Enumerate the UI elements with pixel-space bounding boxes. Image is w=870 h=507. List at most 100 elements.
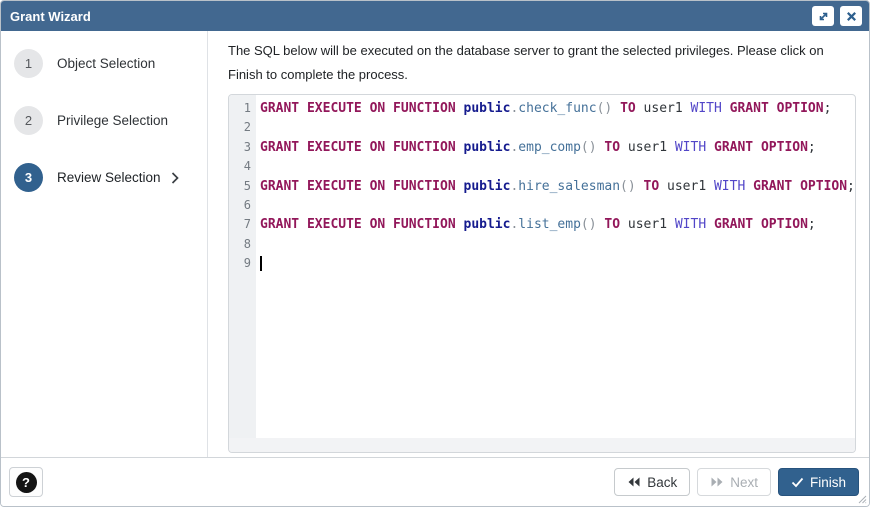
sql-token: WITH — [675, 140, 706, 155]
sql-token: () — [597, 101, 613, 116]
sql-token — [706, 140, 714, 155]
back-button-label: Back — [647, 475, 677, 490]
description-text: The SQL below will be executed on the da… — [228, 39, 855, 87]
code-line — [260, 235, 855, 254]
code-line — [260, 157, 855, 176]
sql-token: TO — [620, 101, 636, 116]
sql-token: WITH — [714, 179, 745, 194]
resize-grip-icon[interactable] — [857, 494, 867, 504]
sql-token — [722, 101, 730, 116]
chevron-right-icon — [171, 172, 179, 184]
back-button[interactable]: Back — [614, 468, 690, 496]
sql-token: () — [581, 140, 597, 155]
step-label: Object Selection — [57, 56, 155, 71]
next-button[interactable]: Next — [697, 468, 771, 496]
step-item-review-selection[interactable]: 3 Review Selection — [14, 163, 207, 192]
sql-token — [612, 101, 620, 116]
sql-token — [456, 101, 464, 116]
sql-token: public — [464, 217, 511, 232]
sql-token: GRANT OPTION — [714, 140, 808, 155]
line-number: 5 — [229, 177, 256, 196]
code-line — [260, 118, 855, 137]
sql-code-area[interactable]: GRANT EXECUTE ON FUNCTION public.check_f… — [256, 95, 855, 438]
sql-token: hire_salesman — [518, 179, 620, 194]
help-button[interactable]: ? — [9, 467, 43, 497]
sql-token: GRANT OPTION — [730, 101, 824, 116]
sql-token: ; — [847, 179, 855, 194]
sql-token: TO — [604, 140, 620, 155]
step-number-badge: 3 — [14, 163, 43, 192]
editor-scroll-area: 123456789 GRANT EXECUTE ON FUNCTION publ… — [229, 95, 855, 438]
grant-wizard-dialog: Grant Wizard 1 Object Selection 2 Privilege… — [0, 0, 870, 507]
code-line: GRANT EXECUTE ON FUNCTION public.list_em… — [260, 215, 855, 234]
sql-token: public — [464, 179, 511, 194]
sql-token: WITH — [691, 101, 722, 116]
sql-token: () — [620, 179, 636, 194]
finish-button-label: Finish — [810, 475, 846, 490]
step-item-object-selection[interactable]: 1 Object Selection — [14, 49, 207, 78]
step-label: Privilege Selection — [57, 113, 168, 128]
sql-token — [456, 179, 464, 194]
step-number-badge: 1 — [14, 49, 43, 78]
step-label: Review Selection — [57, 170, 161, 185]
line-number: 1 — [229, 99, 256, 118]
sql-token: GRANT EXECUTE ON FUNCTION — [260, 179, 456, 194]
close-icon — [846, 11, 857, 22]
sql-token: ; — [808, 217, 816, 232]
sql-token: GRANT EXECUTE ON FUNCTION — [260, 140, 456, 155]
sql-token: user1 — [659, 179, 714, 194]
line-number: 8 — [229, 235, 256, 254]
line-number-gutter: 123456789 — [229, 95, 256, 438]
sql-token — [745, 179, 753, 194]
step-number-badge: 2 — [14, 106, 43, 135]
sql-token: GRANT EXECUTE ON FUNCTION — [260, 217, 456, 232]
next-button-label: Next — [730, 475, 758, 490]
dialog-titlebar[interactable]: Grant Wizard — [1, 1, 869, 31]
line-number: 9 — [229, 254, 256, 273]
text-cursor — [260, 256, 262, 271]
line-number: 4 — [229, 157, 256, 176]
sql-token: ; — [808, 140, 816, 155]
finish-button[interactable]: Finish — [778, 468, 859, 496]
sql-token: ; — [824, 101, 832, 116]
sql-editor[interactable]: 123456789 GRANT EXECUTE ON FUNCTION publ… — [228, 94, 856, 453]
line-number: 3 — [229, 138, 256, 157]
sql-token: GRANT OPTION — [714, 217, 808, 232]
sql-token: public — [464, 101, 511, 116]
maximize-button[interactable] — [812, 6, 834, 26]
code-line — [260, 254, 855, 273]
sql-token: check_func — [518, 101, 596, 116]
sql-token: TO — [644, 179, 660, 194]
code-line: GRANT EXECUTE ON FUNCTION public.check_f… — [260, 99, 855, 118]
dialog-title: Grant Wizard — [10, 9, 806, 24]
sql-token: emp_comp — [518, 140, 581, 155]
sql-token — [706, 217, 714, 232]
close-button[interactable] — [840, 6, 862, 26]
code-line: GRANT EXECUTE ON FUNCTION public.hire_sa… — [260, 177, 855, 196]
code-line: GRANT EXECUTE ON FUNCTION public.emp_com… — [260, 138, 855, 157]
sql-token — [636, 179, 644, 194]
dialog-body: 1 Object Selection 2 Privilege Selection 3 Re… — [1, 31, 869, 457]
sql-token: user1 — [636, 101, 691, 116]
sql-token: TO — [604, 217, 620, 232]
editor-scrollbar-track[interactable] — [229, 438, 855, 452]
sql-token: user1 — [620, 217, 675, 232]
line-number: 2 — [229, 118, 256, 137]
sql-token: GRANT OPTION — [753, 179, 847, 194]
sql-token — [456, 217, 464, 232]
check-icon — [791, 477, 804, 488]
sql-token: public — [464, 140, 511, 155]
question-mark-icon: ? — [16, 472, 37, 493]
wizard-steps-sidebar: 1 Object Selection 2 Privilege Selection 3 Re… — [1, 31, 208, 457]
code-line — [260, 196, 855, 215]
dialog-footer: ? Back Next Finish — [1, 457, 869, 506]
double-triangle-left-icon — [627, 477, 641, 487]
main-panel: The SQL below will be executed on the da… — [208, 31, 869, 457]
double-triangle-right-icon — [710, 477, 724, 487]
line-number: 7 — [229, 215, 256, 234]
step-item-privilege-selection[interactable]: 2 Privilege Selection — [14, 106, 207, 135]
maximize-icon — [817, 10, 830, 23]
line-number: 6 — [229, 196, 256, 215]
sql-token: GRANT EXECUTE ON FUNCTION — [260, 101, 456, 116]
sql-token: WITH — [675, 217, 706, 232]
